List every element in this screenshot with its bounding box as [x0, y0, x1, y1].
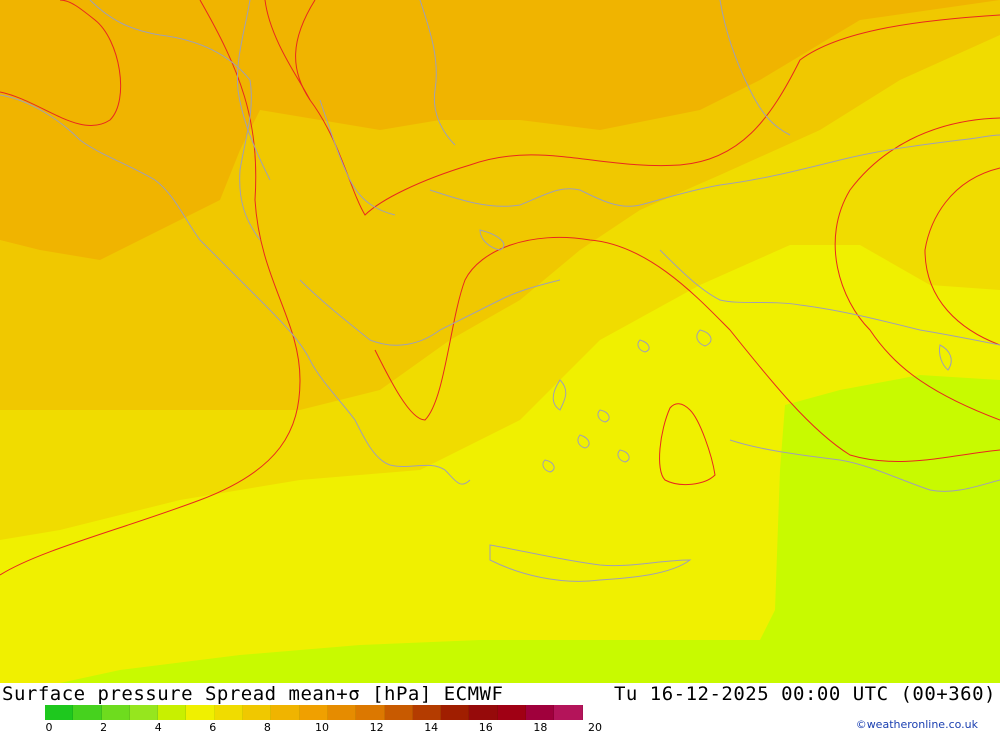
legend-tick-label: 8: [263, 721, 271, 734]
credit-link[interactable]: ©weatheronline.co.uk: [856, 718, 978, 731]
map-canvas: [0, 0, 1000, 683]
legend-tick-label: 18: [533, 721, 548, 734]
legend-swatch: [271, 705, 300, 720]
legend-swatch: [299, 705, 328, 720]
legend-swatch: [158, 705, 187, 720]
legend-swatch: [243, 705, 272, 720]
title-bar: Surface pressure Spread mean+σ [hPa] ECM…: [0, 683, 1000, 707]
legend-swatch: [129, 705, 159, 720]
legend-tick-label: 4: [154, 721, 162, 734]
valid-time: Tu 16-12-2025 00:00 UTC (00+360): [613, 683, 996, 705]
legend-swatch: [497, 705, 527, 720]
legend-tick-label: 20: [588, 721, 602, 734]
legend-swatch: [327, 705, 357, 720]
legend-swatch: [441, 705, 470, 720]
legend-tick-label: 10: [315, 721, 329, 734]
legend-tick-label: 2: [100, 721, 108, 734]
legend-swatch: [45, 705, 74, 720]
legend-tick-label: 6: [209, 721, 217, 734]
legend-swatch: [186, 705, 215, 720]
legend-swatch: [101, 705, 130, 720]
legend-swatch: [384, 705, 413, 720]
legend-swatch: [73, 705, 102, 720]
legend-swatch: [356, 705, 385, 720]
legend-swatch: [554, 705, 583, 720]
forecast-map: [0, 0, 1000, 683]
legend-ticks: 0 2 4 6 8 10 12 14 16 18 20: [45, 721, 620, 734]
legend-tick-label: 14: [424, 721, 439, 734]
legend-swatch: [214, 705, 244, 720]
map-title: Surface pressure Spread mean+σ [hPa] ECM…: [2, 683, 504, 705]
color-legend: [45, 705, 583, 721]
legend-swatch: [469, 705, 498, 720]
legend-tick-label: 0: [45, 721, 53, 734]
legend-tick-label: 16: [478, 721, 493, 734]
legend-tick-label: 12: [369, 721, 384, 734]
legend-swatch: [412, 705, 442, 720]
legend-swatch: [526, 705, 555, 720]
